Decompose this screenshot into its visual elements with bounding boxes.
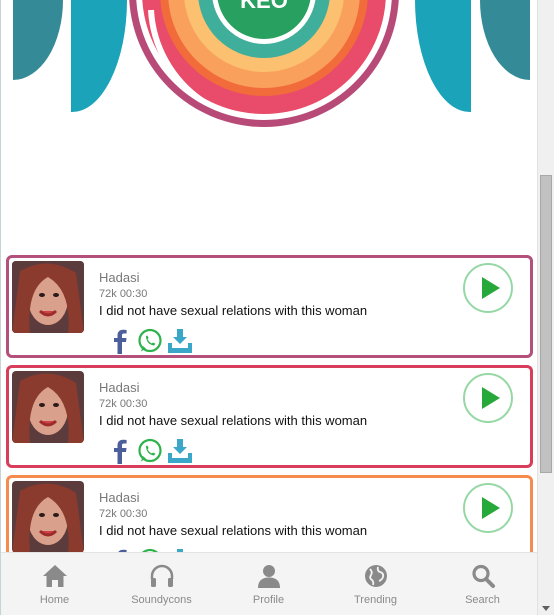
track-title[interactable]: I did not have sexual relations with thi… xyxy=(99,523,367,538)
app-viewport: KEO Hadasi 72k 00:30 I did not have sexu… xyxy=(0,0,538,615)
bottom-nav: Home Soundycons Profile Trending Search xyxy=(1,552,538,615)
hero-badge-text: KEO xyxy=(240,0,288,13)
facebook-icon[interactable] xyxy=(107,438,133,464)
hero-banner: KEO xyxy=(1,0,538,250)
nav-item-search[interactable]: Search xyxy=(429,553,536,615)
scroll-down-arrow-icon[interactable] xyxy=(542,606,550,611)
nav-item-soundycons[interactable]: Soundycons xyxy=(108,553,215,615)
track-meta: 72k 00:30 xyxy=(99,398,147,410)
track-duration: 00:30 xyxy=(119,288,148,300)
track-author: Hadasi xyxy=(99,490,140,505)
play-button[interactable] xyxy=(463,373,513,423)
play-count: 72k xyxy=(99,398,117,410)
play-icon xyxy=(463,373,513,423)
play-count: 72k xyxy=(99,288,117,300)
user-icon xyxy=(256,563,282,589)
play-icon xyxy=(463,263,513,313)
headphones-icon xyxy=(149,563,175,589)
nav-label: Profile xyxy=(252,594,285,606)
download-icon[interactable] xyxy=(167,328,193,354)
track-title[interactable]: I did not have sexual relations with thi… xyxy=(99,413,367,428)
search-icon xyxy=(470,563,496,589)
play-count: 72k xyxy=(99,508,117,520)
track-thumbnail[interactable] xyxy=(12,481,84,553)
track-author: Hadasi xyxy=(99,270,140,285)
track-thumbnail[interactable] xyxy=(12,371,84,443)
nav-item-trending[interactable]: Trending xyxy=(322,553,429,615)
play-button[interactable] xyxy=(463,263,513,313)
download-icon[interactable] xyxy=(167,438,193,464)
track-duration: 00:30 xyxy=(119,508,148,520)
facebook-icon[interactable] xyxy=(107,328,133,354)
home-icon xyxy=(42,563,68,589)
scrollbar[interactable] xyxy=(537,0,554,615)
nav-item-profile[interactable]: Profile xyxy=(215,553,322,615)
whatsapp-icon[interactable] xyxy=(137,328,163,354)
track-card[interactable]: Hadasi 72k 00:30 I did not have sexual r… xyxy=(6,365,533,468)
track-card[interactable]: Hadasi 72k 00:30 I did not have sexual r… xyxy=(6,255,533,358)
globe-icon xyxy=(363,563,389,589)
play-button[interactable] xyxy=(463,483,513,533)
track-meta: 72k 00:30 xyxy=(99,508,147,520)
track-thumbnail[interactable] xyxy=(12,261,84,333)
nav-label: Search xyxy=(465,594,500,606)
play-icon xyxy=(463,483,513,533)
nav-label: Home xyxy=(39,594,70,606)
nav-label: Trending xyxy=(353,594,397,606)
track-duration: 00:30 xyxy=(119,398,148,410)
whatsapp-icon[interactable] xyxy=(137,438,163,464)
track-title[interactable]: I did not have sexual relations with thi… xyxy=(99,303,367,318)
nav-item-home[interactable]: Home xyxy=(1,553,108,615)
track-meta: 72k 00:30 xyxy=(99,288,147,300)
nav-label: Soundycons xyxy=(131,594,192,606)
scrollbar-thumb[interactable] xyxy=(540,175,552,473)
track-author: Hadasi xyxy=(99,380,140,395)
hero-graphic: KEO xyxy=(13,0,530,127)
